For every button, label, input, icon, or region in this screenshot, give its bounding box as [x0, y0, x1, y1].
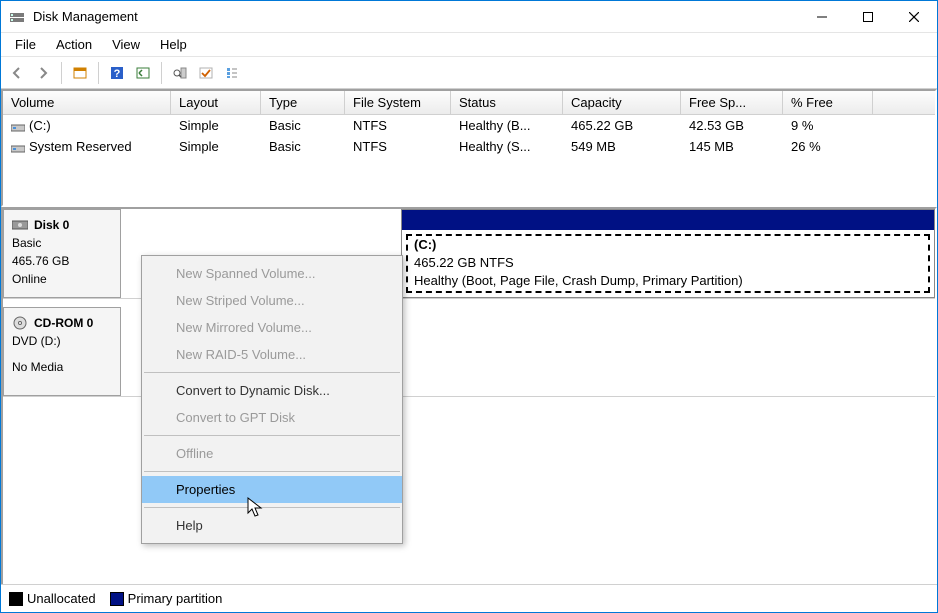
partition-label: (C:) — [414, 236, 922, 254]
menu-view[interactable]: View — [102, 35, 150, 54]
volume-fs: NTFS — [345, 117, 451, 134]
partition-c[interactable]: (C:) 465.22 GB NTFS Healthy (Boot, Page … — [401, 209, 935, 298]
column-pctfree[interactable]: % Free — [783, 91, 873, 114]
volume-row[interactable]: System Reserved Simple Basic NTFS Health… — [3, 136, 935, 157]
legend-primary-partition: Primary partition — [110, 591, 223, 606]
column-filesystem[interactable]: File System — [345, 91, 451, 114]
volume-name-text: (C:) — [29, 118, 51, 133]
volume-layout: Simple — [171, 117, 261, 134]
volume-row[interactable]: (C:) Simple Basic NTFS Healthy (B... 465… — [3, 115, 935, 136]
volume-status: Healthy (S... — [451, 138, 563, 155]
volume-pct: 26 % — [783, 138, 873, 155]
partition-status: Healthy (Boot, Page File, Crash Dump, Pr… — [414, 272, 922, 290]
disk-status: Online — [12, 270, 112, 288]
help-button[interactable]: ? — [105, 61, 129, 85]
menu-new-mirrored-volume[interactable]: New Mirrored Volume... — [142, 314, 402, 341]
toolbar: ? — [1, 57, 937, 89]
menu-help[interactable]: Help — [150, 35, 197, 54]
column-capacity[interactable]: Capacity — [563, 91, 681, 114]
column-status[interactable]: Status — [451, 91, 563, 114]
column-type[interactable]: Type — [261, 91, 345, 114]
volume-name-text: System Reserved — [29, 139, 132, 154]
toolbar-separator — [61, 62, 62, 84]
disk-info[interactable]: CD-ROM 0 DVD (D:) No Media — [3, 307, 121, 396]
menu-separator — [144, 435, 400, 436]
volume-list-body: (C:) Simple Basic NTFS Healthy (B... 465… — [3, 115, 935, 205]
column-volume[interactable]: Volume — [3, 91, 171, 114]
column-layout[interactable]: Layout — [171, 91, 261, 114]
menu-properties[interactable]: Properties — [142, 476, 402, 503]
volume-fs: NTFS — [345, 138, 451, 155]
maximize-button[interactable] — [845, 1, 891, 33]
menubar: File Action View Help — [1, 33, 937, 57]
disk-status: No Media — [12, 358, 112, 376]
menu-new-spanned-volume[interactable]: New Spanned Volume... — [142, 260, 402, 287]
toolbar-button[interactable] — [194, 61, 218, 85]
show-hide-console-button[interactable] — [68, 61, 92, 85]
volume-name: System Reserved — [3, 138, 171, 155]
menu-file[interactable]: File — [5, 35, 46, 54]
settings-button[interactable] — [168, 61, 192, 85]
list-button[interactable] — [220, 61, 244, 85]
toolbar-button[interactable] — [131, 61, 155, 85]
volume-name: (C:) — [3, 117, 171, 134]
menu-offline[interactable]: Offline — [142, 440, 402, 467]
menu-convert-to-dynamic[interactable]: Convert to Dynamic Disk... — [142, 377, 402, 404]
volume-type: Basic — [261, 117, 345, 134]
disk-size: 465.76 GB — [12, 252, 112, 270]
volume-type: Basic — [261, 138, 345, 155]
column-freespace[interactable]: Free Sp... — [681, 91, 783, 114]
partition-size: 465.22 GB NTFS — [414, 254, 922, 272]
volume-capacity: 465.22 GB — [563, 117, 681, 134]
partition-colorbar — [402, 210, 934, 230]
disk-drive: DVD (D:) — [12, 332, 112, 350]
menu-separator — [144, 372, 400, 373]
svg-text:?: ? — [114, 68, 121, 80]
window-controls — [799, 1, 937, 33]
disk-type: Basic — [12, 234, 112, 252]
disk-management-window: Disk Management File Action View Help ? … — [0, 0, 938, 613]
drive-icon — [11, 142, 25, 152]
minimize-button[interactable] — [799, 1, 845, 33]
swatch-icon — [9, 592, 23, 606]
volume-list-header: Volume Layout Type File System Status Ca… — [3, 91, 935, 115]
disk-management-icon — [9, 9, 25, 25]
menu-help[interactable]: Help — [142, 512, 402, 539]
close-button[interactable] — [891, 1, 937, 33]
menu-action[interactable]: Action — [46, 35, 102, 54]
disk-name: Disk 0 — [12, 216, 112, 234]
toolbar-separator — [98, 62, 99, 84]
titlebar: Disk Management — [1, 1, 937, 33]
volume-layout: Simple — [171, 138, 261, 155]
volume-list-panel: Volume Layout Type File System Status Ca… — [1, 89, 937, 207]
legend: Unallocated Primary partition — [1, 584, 937, 612]
menu-new-striped-volume[interactable]: New Striped Volume... — [142, 287, 402, 314]
menu-new-raid5-volume[interactable]: New RAID-5 Volume... — [142, 341, 402, 368]
drive-icon — [11, 121, 25, 131]
volume-capacity: 549 MB — [563, 138, 681, 155]
menu-separator — [144, 507, 400, 508]
context-menu: New Spanned Volume... New Striped Volume… — [141, 255, 403, 544]
back-button[interactable] — [5, 61, 29, 85]
volume-pct: 9 % — [783, 117, 873, 134]
menu-convert-to-gpt[interactable]: Convert to GPT Disk — [142, 404, 402, 431]
hdd-icon — [12, 219, 28, 231]
volume-status: Healthy (B... — [451, 117, 563, 134]
disk-info[interactable]: Disk 0 Basic 465.76 GB Online — [3, 209, 121, 298]
menu-separator — [144, 471, 400, 472]
legend-unallocated: Unallocated — [9, 591, 96, 606]
window-title: Disk Management — [33, 9, 799, 24]
cdrom-icon — [12, 315, 28, 331]
swatch-icon — [110, 592, 124, 606]
volume-free: 145 MB — [681, 138, 783, 155]
disk-name: CD-ROM 0 — [12, 314, 112, 332]
toolbar-separator — [161, 62, 162, 84]
forward-button[interactable] — [31, 61, 55, 85]
partition-body: (C:) 465.22 GB NTFS Healthy (Boot, Page … — [402, 230, 934, 297]
volume-free: 42.53 GB — [681, 117, 783, 134]
